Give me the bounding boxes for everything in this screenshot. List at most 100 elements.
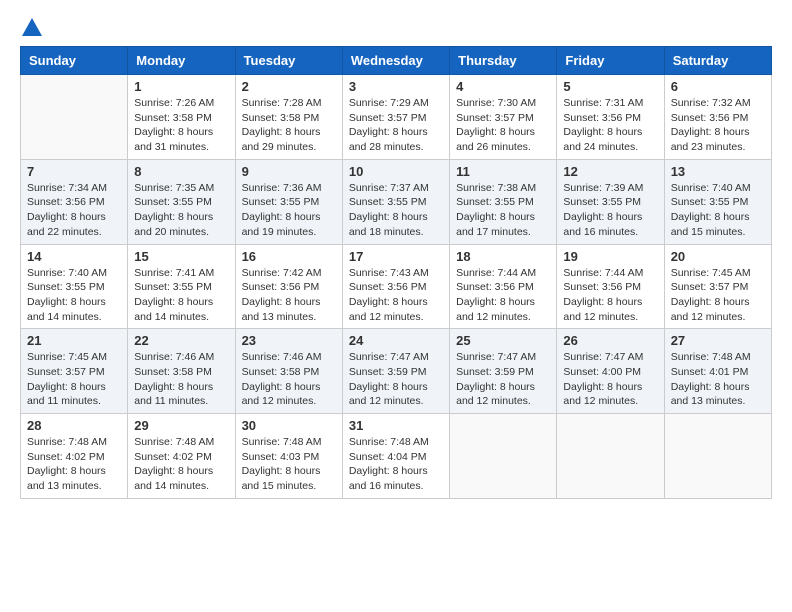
page-header	[20, 20, 772, 36]
day-info: Sunrise: 7:47 AM Sunset: 3:59 PM Dayligh…	[456, 350, 550, 409]
calendar-cell: 7 Sunrise: 7:34 AM Sunset: 3:56 PM Daylig…	[21, 159, 128, 244]
day-number: 18	[456, 249, 550, 264]
day-info: Sunrise: 7:37 AM Sunset: 3:55 PM Dayligh…	[349, 181, 443, 240]
day-number: 22	[134, 333, 228, 348]
day-number: 9	[242, 164, 336, 179]
day-info: Sunrise: 7:40 AM Sunset: 3:55 PM Dayligh…	[27, 266, 121, 325]
day-number: 15	[134, 249, 228, 264]
column-header-friday: Friday	[557, 47, 664, 75]
day-number: 19	[563, 249, 657, 264]
day-number: 3	[349, 79, 443, 94]
calendar-cell: 28Sunrise: 7:48 AM Sunset: 4:02 PM Dayli…	[21, 414, 128, 499]
calendar-cell: 19 Sunrise: 7:44 AM Sunset: 3:56 PM Dayli…	[557, 244, 664, 329]
calendar-week-row: 7 Sunrise: 7:34 AM Sunset: 3:56 PM Daylig…	[21, 159, 772, 244]
day-number: 16	[242, 249, 336, 264]
column-header-monday: Monday	[128, 47, 235, 75]
day-number: 12	[563, 164, 657, 179]
day-number: 10	[349, 164, 443, 179]
calendar-cell: 23Sunrise: 7:46 AM Sunset: 3:58 PM Dayli…	[235, 329, 342, 414]
day-info: Sunrise: 7:35 AM Sunset: 3:55 PM Dayligh…	[134, 181, 228, 240]
day-number: 31	[349, 418, 443, 433]
column-header-wednesday: Wednesday	[342, 47, 449, 75]
day-number: 27	[671, 333, 765, 348]
day-info: Sunrise: 7:36 AM Sunset: 3:55 PM Dayligh…	[242, 181, 336, 240]
calendar-cell: 6 Sunrise: 7:32 AM Sunset: 3:56 PM Daylig…	[664, 75, 771, 160]
calendar-cell: 11Sunrise: 7:38 AM Sunset: 3:55 PM Dayli…	[450, 159, 557, 244]
calendar-week-row: 14 Sunrise: 7:40 AM Sunset: 3:55 PM Dayli…	[21, 244, 772, 329]
day-info: Sunrise: 7:28 AM Sunset: 3:58 PM Dayligh…	[242, 96, 336, 155]
calendar-cell: 2Sunrise: 7:28 AM Sunset: 3:58 PM Daylig…	[235, 75, 342, 160]
calendar-table: SundayMondayTuesdayWednesdayThursdayFrid…	[20, 46, 772, 499]
calendar-week-row: 1 Sunrise: 7:26 AM Sunset: 3:58 PM Daylig…	[21, 75, 772, 160]
day-info: Sunrise: 7:48 AM Sunset: 4:03 PM Dayligh…	[242, 435, 336, 494]
day-info: Sunrise: 7:47 AM Sunset: 3:59 PM Dayligh…	[349, 350, 443, 409]
day-number: 5	[563, 79, 657, 94]
calendar-cell: 12 Sunrise: 7:39 AM Sunset: 3:55 PM Dayli…	[557, 159, 664, 244]
calendar-cell: 13 Sunrise: 7:40 AM Sunset: 3:55 PM Dayli…	[664, 159, 771, 244]
day-info: Sunrise: 7:44 AM Sunset: 3:56 PM Dayligh…	[456, 266, 550, 325]
day-info: Sunrise: 7:43 AM Sunset: 3:56 PM Dayligh…	[349, 266, 443, 325]
day-info: Sunrise: 7:44 AM Sunset: 3:56 PM Dayligh…	[563, 266, 657, 325]
calendar-cell: 14 Sunrise: 7:40 AM Sunset: 3:55 PM Dayli…	[21, 244, 128, 329]
calendar-cell: 15 Sunrise: 7:41 AM Sunset: 3:55 PM Dayli…	[128, 244, 235, 329]
logo	[20, 20, 42, 36]
day-number: 13	[671, 164, 765, 179]
calendar-cell	[557, 414, 664, 499]
day-info: Sunrise: 7:48 AM Sunset: 4:01 PM Dayligh…	[671, 350, 765, 409]
day-number: 26	[563, 333, 657, 348]
day-number: 30	[242, 418, 336, 433]
calendar-cell: 4 Sunrise: 7:30 AM Sunset: 3:57 PM Daylig…	[450, 75, 557, 160]
day-number: 11	[456, 164, 550, 179]
day-info: Sunrise: 7:40 AM Sunset: 3:55 PM Dayligh…	[671, 181, 765, 240]
calendar-cell: 26 Sunrise: 7:47 AM Sunset: 4:00 PM Dayli…	[557, 329, 664, 414]
day-number: 1	[134, 79, 228, 94]
day-number: 8	[134, 164, 228, 179]
day-info: Sunrise: 7:30 AM Sunset: 3:57 PM Dayligh…	[456, 96, 550, 155]
column-header-tuesday: Tuesday	[235, 47, 342, 75]
calendar-cell: 5 Sunrise: 7:31 AM Sunset: 3:56 PM Daylig…	[557, 75, 664, 160]
day-number: 20	[671, 249, 765, 264]
calendar-week-row: 21 Sunrise: 7:45 AM Sunset: 3:57 PM Dayli…	[21, 329, 772, 414]
day-info: Sunrise: 7:26 AM Sunset: 3:58 PM Dayligh…	[134, 96, 228, 155]
calendar-cell: 29 Sunrise: 7:48 AM Sunset: 4:02 PM Dayli…	[128, 414, 235, 499]
column-header-sunday: Sunday	[21, 47, 128, 75]
calendar-cell: 22 Sunrise: 7:46 AM Sunset: 3:58 PM Dayli…	[128, 329, 235, 414]
calendar-cell: 17 Sunrise: 7:43 AM Sunset: 3:56 PM Dayli…	[342, 244, 449, 329]
calendar-cell	[21, 75, 128, 160]
day-number: 17	[349, 249, 443, 264]
calendar-cell: 16Sunrise: 7:42 AM Sunset: 3:56 PM Dayli…	[235, 244, 342, 329]
calendar-cell: 25Sunrise: 7:47 AM Sunset: 3:59 PM Dayli…	[450, 329, 557, 414]
day-number: 28	[27, 418, 121, 433]
day-number: 24	[349, 333, 443, 348]
day-info: Sunrise: 7:45 AM Sunset: 3:57 PM Dayligh…	[671, 266, 765, 325]
day-info: Sunrise: 7:48 AM Sunset: 4:04 PM Dayligh…	[349, 435, 443, 494]
day-number: 4	[456, 79, 550, 94]
calendar-header-row: SundayMondayTuesdayWednesdayThursdayFrid…	[21, 47, 772, 75]
calendar-cell: 3 Sunrise: 7:29 AM Sunset: 3:57 PM Daylig…	[342, 75, 449, 160]
calendar-cell: 8 Sunrise: 7:35 AM Sunset: 3:55 PM Daylig…	[128, 159, 235, 244]
day-info: Sunrise: 7:29 AM Sunset: 3:57 PM Dayligh…	[349, 96, 443, 155]
calendar-cell	[450, 414, 557, 499]
calendar-cell: 18 Sunrise: 7:44 AM Sunset: 3:56 PM Dayli…	[450, 244, 557, 329]
logo-icon	[22, 18, 42, 36]
calendar-cell: 10 Sunrise: 7:37 AM Sunset: 3:55 PM Dayli…	[342, 159, 449, 244]
day-info: Sunrise: 7:32 AM Sunset: 3:56 PM Dayligh…	[671, 96, 765, 155]
day-info: Sunrise: 7:31 AM Sunset: 3:56 PM Dayligh…	[563, 96, 657, 155]
day-number: 21	[27, 333, 121, 348]
day-info: Sunrise: 7:41 AM Sunset: 3:55 PM Dayligh…	[134, 266, 228, 325]
day-info: Sunrise: 7:48 AM Sunset: 4:02 PM Dayligh…	[134, 435, 228, 494]
column-header-thursday: Thursday	[450, 47, 557, 75]
day-info: Sunrise: 7:46 AM Sunset: 3:58 PM Dayligh…	[134, 350, 228, 409]
day-info: Sunrise: 7:34 AM Sunset: 3:56 PM Dayligh…	[27, 181, 121, 240]
day-number: 7	[27, 164, 121, 179]
day-info: Sunrise: 7:39 AM Sunset: 3:55 PM Dayligh…	[563, 181, 657, 240]
calendar-cell: 24 Sunrise: 7:47 AM Sunset: 3:59 PM Dayli…	[342, 329, 449, 414]
day-number: 14	[27, 249, 121, 264]
day-info: Sunrise: 7:47 AM Sunset: 4:00 PM Dayligh…	[563, 350, 657, 409]
calendar-cell: 21 Sunrise: 7:45 AM Sunset: 3:57 PM Dayli…	[21, 329, 128, 414]
day-number: 29	[134, 418, 228, 433]
day-number: 6	[671, 79, 765, 94]
calendar-cell: 1 Sunrise: 7:26 AM Sunset: 3:58 PM Daylig…	[128, 75, 235, 160]
day-number: 23	[242, 333, 336, 348]
day-info: Sunrise: 7:45 AM Sunset: 3:57 PM Dayligh…	[27, 350, 121, 409]
